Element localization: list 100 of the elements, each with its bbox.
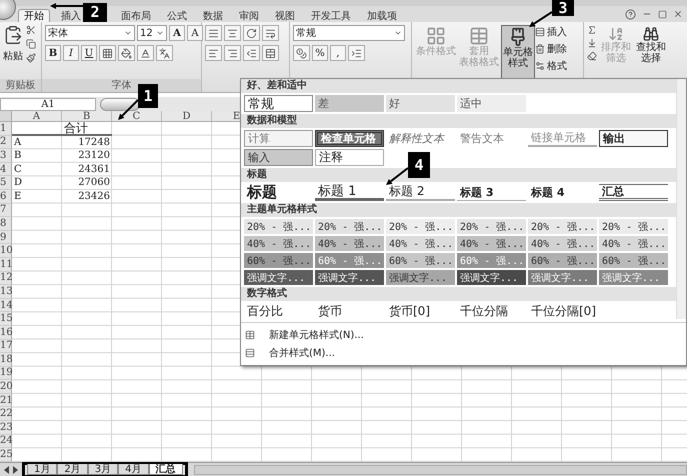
phonetic-icon[interactable] bbox=[159, 48, 170, 58]
merge-button[interactable] bbox=[262, 45, 279, 61]
cell-style-option[interactable]: 标题 3 bbox=[457, 184, 526, 201]
row-header[interactable]: 14 bbox=[0, 298, 12, 312]
caret-icon[interactable] bbox=[156, 29, 164, 37]
row-header[interactable]: 12 bbox=[0, 272, 12, 286]
row-header[interactable]: 4 bbox=[0, 162, 12, 176]
cell-style-option[interactable]: 40% - 强... bbox=[528, 236, 597, 251]
horizontal-scrollbar[interactable] bbox=[194, 464, 687, 474]
cells-button[interactable]: 删除 bbox=[535, 42, 567, 56]
cells-button[interactable]: 格式 bbox=[535, 59, 567, 73]
font-color-icon[interactable] bbox=[140, 48, 151, 58]
cell-style-option[interactable]: 千位分隔 bbox=[457, 303, 526, 320]
cell-style-option[interactable]: 强调文字... bbox=[315, 270, 384, 285]
ribbon-tab[interactable]: 加载项 bbox=[362, 9, 402, 22]
cell-style-option[interactable]: 强调文字... bbox=[528, 270, 597, 285]
cell-style-option[interactable]: 常规 bbox=[244, 95, 313, 112]
sum-icon[interactable] bbox=[587, 25, 597, 35]
row-header[interactable]: 25 bbox=[0, 448, 12, 462]
merge-cells-icon[interactable] bbox=[265, 48, 276, 58]
cell-style-option[interactable]: 货币 bbox=[315, 303, 384, 320]
column-header[interactable]: A bbox=[12, 111, 62, 121]
fill-icon[interactable] bbox=[587, 38, 597, 48]
cell-style-option[interactable]: 输出 bbox=[599, 130, 668, 147]
align-top-button[interactable] bbox=[205, 25, 222, 41]
row-header[interactable]: 11 bbox=[0, 258, 12, 272]
row-header[interactable]: 21 bbox=[0, 394, 12, 408]
row-header[interactable]: 22 bbox=[0, 407, 12, 422]
format-button[interactable]: U bbox=[81, 45, 97, 61]
close-icon[interactable] bbox=[673, 9, 683, 19]
row-header[interactable]: 15 bbox=[0, 312, 12, 326]
indent-decrease-button[interactable] bbox=[243, 45, 260, 61]
binoculars-icon[interactable] bbox=[643, 26, 659, 42]
copy-icon[interactable] bbox=[26, 39, 36, 49]
caret-icon[interactable] bbox=[394, 29, 402, 37]
ribbon-tab[interactable]: 开始 bbox=[18, 9, 50, 22]
indent-icon[interactable] bbox=[246, 48, 257, 58]
sheet-tab[interactable]: 1月 bbox=[27, 464, 58, 474]
fill-color-button[interactable] bbox=[118, 45, 135, 61]
cell-style-option[interactable]: 输入 bbox=[244, 149, 313, 166]
coins-icon[interactable] bbox=[296, 48, 307, 58]
row-header[interactable]: 23 bbox=[0, 421, 12, 435]
indent-icon[interactable] bbox=[351, 48, 362, 58]
ribbon-tab[interactable]: 公式 bbox=[162, 9, 192, 22]
cell-style-option[interactable]: 20% - 强... bbox=[315, 219, 384, 234]
cell-style-option[interactable]: 20% - 强... bbox=[457, 219, 526, 234]
row-header[interactable]: 10 bbox=[0, 244, 12, 258]
cell-style-option[interactable]: 60% - 强... bbox=[599, 253, 668, 268]
row-header[interactable]: 24 bbox=[0, 434, 12, 448]
row-header[interactable]: 13 bbox=[0, 285, 12, 299]
menu-item[interactable]: 新建单元格样式(N)... bbox=[241, 326, 686, 344]
table-icon[interactable] bbox=[245, 330, 255, 340]
cells-button[interactable]: 插入 bbox=[535, 25, 567, 39]
cell-style-option[interactable]: 计算 bbox=[244, 130, 313, 147]
align-center-icon[interactable] bbox=[227, 28, 238, 38]
row-header[interactable]: 7 bbox=[0, 204, 12, 218]
settings-icon[interactable] bbox=[535, 61, 545, 71]
wrap-text-icon[interactable] bbox=[265, 28, 276, 38]
cell-style-option[interactable]: 40% - 强... bbox=[315, 236, 384, 251]
ribbon-tab[interactable]: 插入 bbox=[56, 9, 86, 22]
column-header[interactable]: D bbox=[162, 111, 212, 121]
borders-button[interactable] bbox=[99, 45, 116, 61]
format-button[interactable]: I bbox=[63, 45, 79, 61]
vertical-scrollbar[interactable] bbox=[676, 79, 686, 319]
maximize-icon[interactable] bbox=[658, 10, 667, 18]
sheet-tab[interactable]: 3月 bbox=[88, 464, 118, 474]
paste-icon[interactable] bbox=[3, 25, 23, 45]
column-header[interactable]: B bbox=[62, 111, 112, 121]
align-middle-button[interactable] bbox=[224, 25, 241, 41]
grid-icon[interactable] bbox=[102, 48, 113, 58]
ribbon-tab[interactable]: 视图 bbox=[270, 9, 300, 22]
cell-style-option[interactable]: 标题 2 bbox=[386, 184, 455, 201]
align-right-button[interactable] bbox=[224, 45, 241, 61]
row-header[interactable]: 5 bbox=[0, 176, 12, 190]
paint-bucket-icon[interactable] bbox=[121, 48, 132, 58]
cell-style-option[interactable]: 20% - 强... bbox=[528, 219, 597, 234]
row-header[interactable]: 3 bbox=[0, 149, 12, 163]
sheet-nav-icon[interactable] bbox=[3, 466, 19, 474]
row-header[interactable]: 2 bbox=[0, 136, 12, 150]
phonetic-button[interactable] bbox=[156, 45, 173, 61]
rotate-icon[interactable] bbox=[246, 28, 257, 38]
cell-style-option[interactable]: 40% - 强... bbox=[244, 236, 313, 251]
font-name-field[interactable]: 宋体 bbox=[45, 25, 135, 41]
cell-style-option[interactable]: 好 bbox=[386, 95, 455, 112]
row-header[interactable]: 1 bbox=[0, 122, 12, 136]
cell-style-option[interactable]: 警告文本 bbox=[457, 130, 526, 147]
cell-style-option[interactable]: 适中 bbox=[457, 95, 526, 112]
align-justify-icon[interactable] bbox=[208, 28, 219, 38]
paste-label[interactable]: 粘贴 bbox=[3, 49, 23, 63]
cell-style-option[interactable]: 强调文字... bbox=[386, 270, 455, 285]
help-icon[interactable] bbox=[625, 8, 636, 20]
rows-icon[interactable] bbox=[245, 348, 255, 358]
rows-icon[interactable] bbox=[535, 27, 545, 37]
cell-style-option[interactable]: 强调文字... bbox=[457, 270, 526, 285]
orientation-button[interactable] bbox=[243, 25, 260, 41]
cell-style-option[interactable]: 差 bbox=[315, 95, 384, 112]
sheet-tab[interactable]: 2月 bbox=[57, 464, 88, 474]
ribbon-tab[interactable]: 审阅 bbox=[234, 9, 264, 22]
cut-icon[interactable] bbox=[26, 25, 36, 35]
name-box[interactable]: A1 bbox=[0, 98, 96, 110]
